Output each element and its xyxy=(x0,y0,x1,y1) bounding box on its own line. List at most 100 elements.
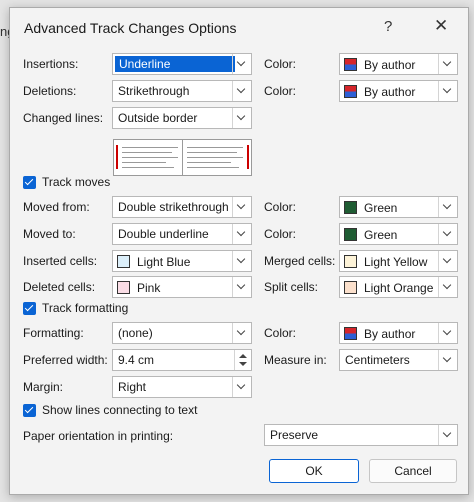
insertions-color-label: Color: xyxy=(264,57,297,71)
deletions-value: Strikethrough xyxy=(118,84,190,98)
changed-lines-preview-right xyxy=(182,139,252,176)
light-orange-swatch xyxy=(344,281,357,294)
moved-to-value: Double underline xyxy=(118,227,209,241)
deletions-color-select[interactable]: By author xyxy=(339,80,458,102)
chevron-down-icon xyxy=(232,251,251,271)
split-cells-select[interactable]: Light Orange xyxy=(339,276,458,298)
moved-from-color-label: Color: xyxy=(264,200,297,214)
margin-select[interactable]: Right xyxy=(112,376,252,398)
moved-to-label: Moved to: xyxy=(23,227,76,241)
changed-lines-value: Outside border xyxy=(118,111,198,125)
formatting-select[interactable]: (none) xyxy=(112,322,252,344)
green-swatch xyxy=(344,228,357,241)
moved-from-color-value: Green xyxy=(364,201,398,215)
preferred-width-label: Preferred width: xyxy=(23,353,108,367)
close-icon[interactable]: ✕ xyxy=(434,16,448,36)
deletions-select[interactable]: Strikethrough xyxy=(112,80,252,102)
insertions-color-select[interactable]: By author xyxy=(339,53,458,75)
chevron-down-icon xyxy=(438,81,457,101)
chevron-down-icon xyxy=(438,425,457,445)
advanced-track-changes-dialog: Advanced Track Changes Options ? ✕ Inser… xyxy=(9,7,469,495)
green-swatch xyxy=(344,201,357,214)
chevron-down-icon xyxy=(438,197,457,217)
moved-to-color-label: Color: xyxy=(264,227,297,241)
split-cells-value: Light Orange xyxy=(364,281,434,295)
formatting-label: Formatting: xyxy=(23,326,84,340)
deleted-cells-value: Pink xyxy=(137,281,161,295)
chevron-down-icon xyxy=(438,54,457,74)
insertions-select[interactable]: Underline xyxy=(112,53,252,75)
pink-swatch xyxy=(117,281,130,294)
formatting-color-value: By author xyxy=(364,327,416,341)
inserted-cells-select[interactable]: Light Blue xyxy=(112,250,252,272)
light-yellow-swatch xyxy=(344,255,357,268)
chevron-down-icon xyxy=(438,277,457,297)
chevron-down-icon xyxy=(232,377,251,397)
deleted-cells-select[interactable]: Pink xyxy=(112,276,252,298)
show-lines-label[interactable]: Show lines connecting to text xyxy=(42,402,197,418)
chevron-down-icon xyxy=(232,81,251,101)
light-blue-swatch xyxy=(117,255,130,268)
deletions-label: Deletions: xyxy=(23,84,77,98)
track-formatting-checkbox[interactable] xyxy=(23,302,36,315)
moved-from-select[interactable]: Double strikethrough xyxy=(112,196,252,218)
inserted-cells-label: Inserted cells: xyxy=(23,254,98,268)
split-cells-label: Split cells: xyxy=(264,280,319,294)
chevron-down-icon xyxy=(232,277,251,297)
moved-to-color-value: Green xyxy=(364,228,398,242)
deleted-cells-label: Deleted cells: xyxy=(23,280,96,294)
inserted-cells-value: Light Blue xyxy=(137,255,191,269)
preferred-width-input[interactable]: 9.4 cm xyxy=(112,349,252,371)
insertions-color-value: By author xyxy=(364,58,416,72)
chevron-down-icon xyxy=(438,251,457,271)
merged-cells-label: Merged cells: xyxy=(264,254,336,268)
chevron-down-icon xyxy=(232,197,251,217)
track-formatting-label[interactable]: Track formatting xyxy=(42,300,128,316)
paper-orientation-label: Paper orientation in printing: xyxy=(23,429,174,443)
ok-button[interactable]: OK xyxy=(269,459,359,483)
by-author-swatch xyxy=(344,58,357,71)
formatting-color-select[interactable]: By author xyxy=(339,322,458,344)
deletions-color-value: By author xyxy=(364,85,416,99)
deletions-color-label: Color: xyxy=(264,84,297,98)
paper-orientation-value: Preserve xyxy=(270,428,319,442)
cancel-button[interactable]: Cancel xyxy=(369,459,457,483)
spinner-control[interactable] xyxy=(234,350,251,370)
changed-lines-preview-left xyxy=(113,139,183,176)
margin-value: Right xyxy=(118,380,147,394)
measure-in-value: Centimeters xyxy=(345,353,410,367)
chevron-down-icon xyxy=(232,108,251,128)
chevron-down-icon xyxy=(438,224,457,244)
moved-from-color-select[interactable]: Green xyxy=(339,196,458,218)
preferred-width-value: 9.4 cm xyxy=(118,353,155,367)
changed-lines-select[interactable]: Outside border xyxy=(112,107,252,129)
moved-from-value: Double strikethrough xyxy=(118,200,229,214)
dialog-title: Advanced Track Changes Options xyxy=(24,20,237,36)
paper-orientation-select[interactable]: Preserve xyxy=(264,424,458,446)
formatting-color-label: Color: xyxy=(264,326,297,340)
chevron-down-icon xyxy=(232,323,251,343)
show-lines-checkbox[interactable] xyxy=(23,404,36,417)
track-moves-checkbox[interactable] xyxy=(23,176,36,189)
chevron-down-icon xyxy=(232,224,251,244)
spin-down-icon[interactable] xyxy=(239,362,247,366)
formatting-value: (none) xyxy=(118,326,153,340)
changed-lines-label: Changed lines: xyxy=(23,111,104,125)
merged-cells-value: Light Yellow xyxy=(364,255,428,269)
measure-in-select[interactable]: Centimeters xyxy=(339,349,458,371)
chevron-down-icon xyxy=(438,323,457,343)
spin-up-icon[interactable] xyxy=(239,354,247,358)
by-author-swatch xyxy=(344,85,357,98)
chevron-down-icon xyxy=(438,350,457,370)
measure-in-label: Measure in: xyxy=(264,353,327,367)
change-bar xyxy=(116,145,118,169)
moved-to-color-select[interactable]: Green xyxy=(339,223,458,245)
margin-label: Margin: xyxy=(23,380,64,394)
change-bar xyxy=(247,145,249,169)
moved-to-select[interactable]: Double underline xyxy=(112,223,252,245)
merged-cells-select[interactable]: Light Yellow xyxy=(339,250,458,272)
chevron-down-icon xyxy=(232,54,251,74)
by-author-swatch xyxy=(344,327,357,340)
help-button[interactable]: ? xyxy=(384,18,392,35)
track-moves-label[interactable]: Track moves xyxy=(42,174,110,190)
